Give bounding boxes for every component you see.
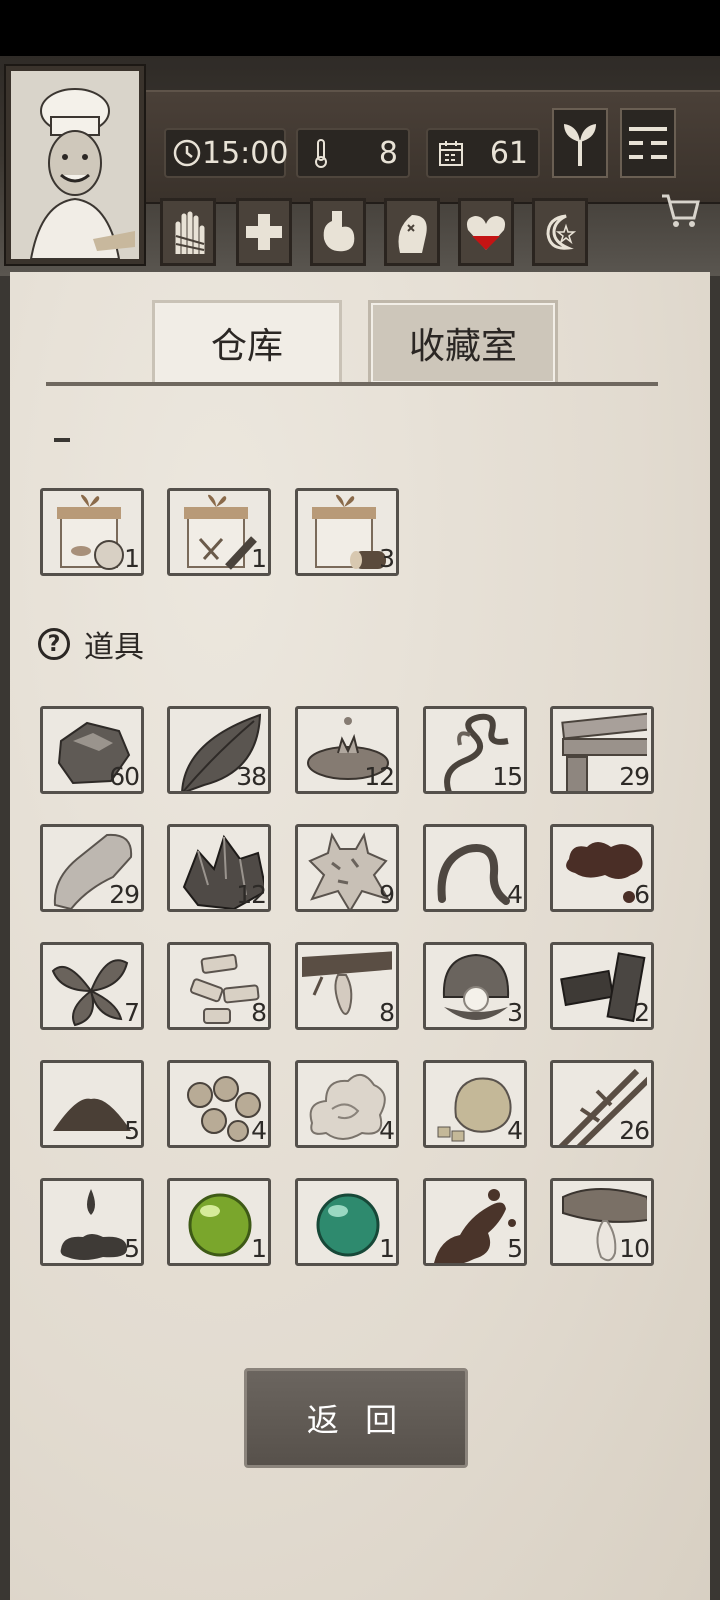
sleep-status[interactable] [532, 198, 588, 266]
item-count: 26 [619, 1116, 650, 1145]
item-count: 29 [619, 762, 650, 791]
section-header-props: ? 道具 [38, 622, 144, 666]
inventory-slot[interactable]: 1 [167, 488, 271, 576]
item-count: 29 [109, 880, 140, 909]
inventory-slot[interactable]: 7 [40, 942, 144, 1030]
back-button[interactable]: 返 回 [244, 1368, 468, 1468]
moon-star-icon [546, 214, 577, 250]
item-count: 4 [507, 1116, 523, 1145]
inventory-slot[interactable]: 6 [550, 824, 654, 912]
item-count: 4 [251, 1116, 267, 1145]
tab-warehouse-label: 仓库 [210, 326, 283, 367]
inventory-slot[interactable]: 4 [167, 1060, 271, 1148]
inventory-slot[interactable]: 8 [167, 942, 271, 1030]
tab-warehouse[interactable]: 仓库 [152, 300, 342, 386]
inventory-slot[interactable]: 10 [550, 1178, 654, 1266]
inventory-slot[interactable]: 5 [423, 1178, 527, 1266]
inventory-slot[interactable]: 12 [295, 706, 399, 794]
scroll-remnant [54, 438, 70, 442]
time-display: 15:00 [164, 128, 288, 178]
health-cross-icon [246, 214, 282, 250]
hand-status[interactable] [160, 198, 216, 266]
calendar-icon [434, 136, 468, 170]
inventory-slot[interactable]: 1 [167, 1178, 271, 1266]
mind-status[interactable] [384, 198, 440, 266]
day-display: 61 [426, 128, 540, 178]
headache-icon [398, 215, 427, 253]
item-count: 9 [379, 880, 395, 909]
item-count: 1 [251, 1234, 267, 1263]
temperature-display: 8 [296, 128, 410, 178]
item-count: 8 [379, 998, 395, 1027]
shop-cart-button[interactable] [660, 190, 700, 230]
inventory-slot[interactable]: 1 [40, 488, 144, 576]
tab-collection-label: 收藏室 [408, 326, 517, 367]
temperature-value: 8 [378, 135, 398, 171]
heart-status[interactable] [458, 198, 514, 266]
inventory-slot[interactable]: 4 [295, 1060, 399, 1148]
item-count: 15 [492, 762, 523, 791]
item-count: 1 [251, 544, 267, 573]
stomach-icon [323, 211, 355, 252]
inventory-slot[interactable]: 15 [423, 706, 527, 794]
stomach-status[interactable] [310, 198, 366, 266]
inventory-slot[interactable]: 9 [295, 824, 399, 912]
item-count: 5 [124, 1234, 140, 1263]
inventory-slot[interactable]: 1 [295, 1178, 399, 1266]
inventory-slot[interactable]: 60 [40, 706, 144, 794]
heart-icon [466, 216, 506, 250]
system-status-bar [0, 0, 720, 56]
inventory-slot[interactable]: 29 [40, 824, 144, 912]
menu-button[interactable] [620, 108, 676, 178]
inventory-slot[interactable]: 12 [167, 824, 271, 912]
health-status[interactable] [236, 198, 292, 266]
inventory-slot[interactable]: 26 [550, 1060, 654, 1148]
item-count: 60 [109, 762, 140, 791]
item-count: 1 [124, 544, 140, 573]
inventory-slot[interactable]: 3 [295, 488, 399, 576]
sprout-button[interactable] [552, 108, 608, 178]
item-count: 12 [364, 762, 395, 791]
item-count: 5 [507, 1234, 523, 1263]
tab-divider [46, 382, 658, 386]
sprout-icon [564, 124, 596, 166]
chef-avatar-icon [29, 88, 135, 259]
inventory-slot[interactable]: 8 [295, 942, 399, 1030]
item-count: 38 [236, 762, 267, 791]
item-count: 8 [251, 998, 267, 1027]
item-count: 2 [634, 998, 650, 1027]
item-count: 5 [124, 1116, 140, 1145]
shopping-cart-icon [662, 194, 700, 227]
item-count: 1 [379, 1234, 395, 1263]
item-count: 4 [379, 1116, 395, 1145]
section-title: 道具 [84, 630, 144, 665]
item-count: 6 [634, 880, 650, 909]
menu-icon [629, 127, 667, 159]
inventory-slot[interactable]: 5 [40, 1060, 144, 1148]
time-value: 15:00 [202, 135, 289, 171]
item-count: 4 [507, 880, 523, 909]
item-count: 3 [507, 998, 523, 1027]
inventory-slot[interactable]: 4 [423, 1060, 527, 1148]
inventory-slot[interactable]: 3 [423, 942, 527, 1030]
item-count: 12 [236, 880, 267, 909]
inventory-slot[interactable]: 29 [550, 706, 654, 794]
inventory-slot[interactable]: 4 [423, 824, 527, 912]
thermometer-icon [304, 136, 338, 170]
clock-icon [172, 136, 202, 170]
tab-collection[interactable]: 收藏室 [368, 300, 558, 386]
help-icon[interactable]: ? [38, 628, 70, 660]
item-count: 7 [124, 998, 140, 1027]
inventory-slot[interactable]: 2 [550, 942, 654, 1030]
inventory-slot[interactable]: 5 [40, 1178, 144, 1266]
item-count: 10 [619, 1234, 650, 1263]
inventory-slot[interactable]: 38 [167, 706, 271, 794]
bandaged-hand-icon [175, 211, 205, 254]
day-value: 61 [489, 135, 528, 171]
chef-portrait[interactable] [6, 66, 144, 264]
item-count: 3 [379, 544, 395, 573]
